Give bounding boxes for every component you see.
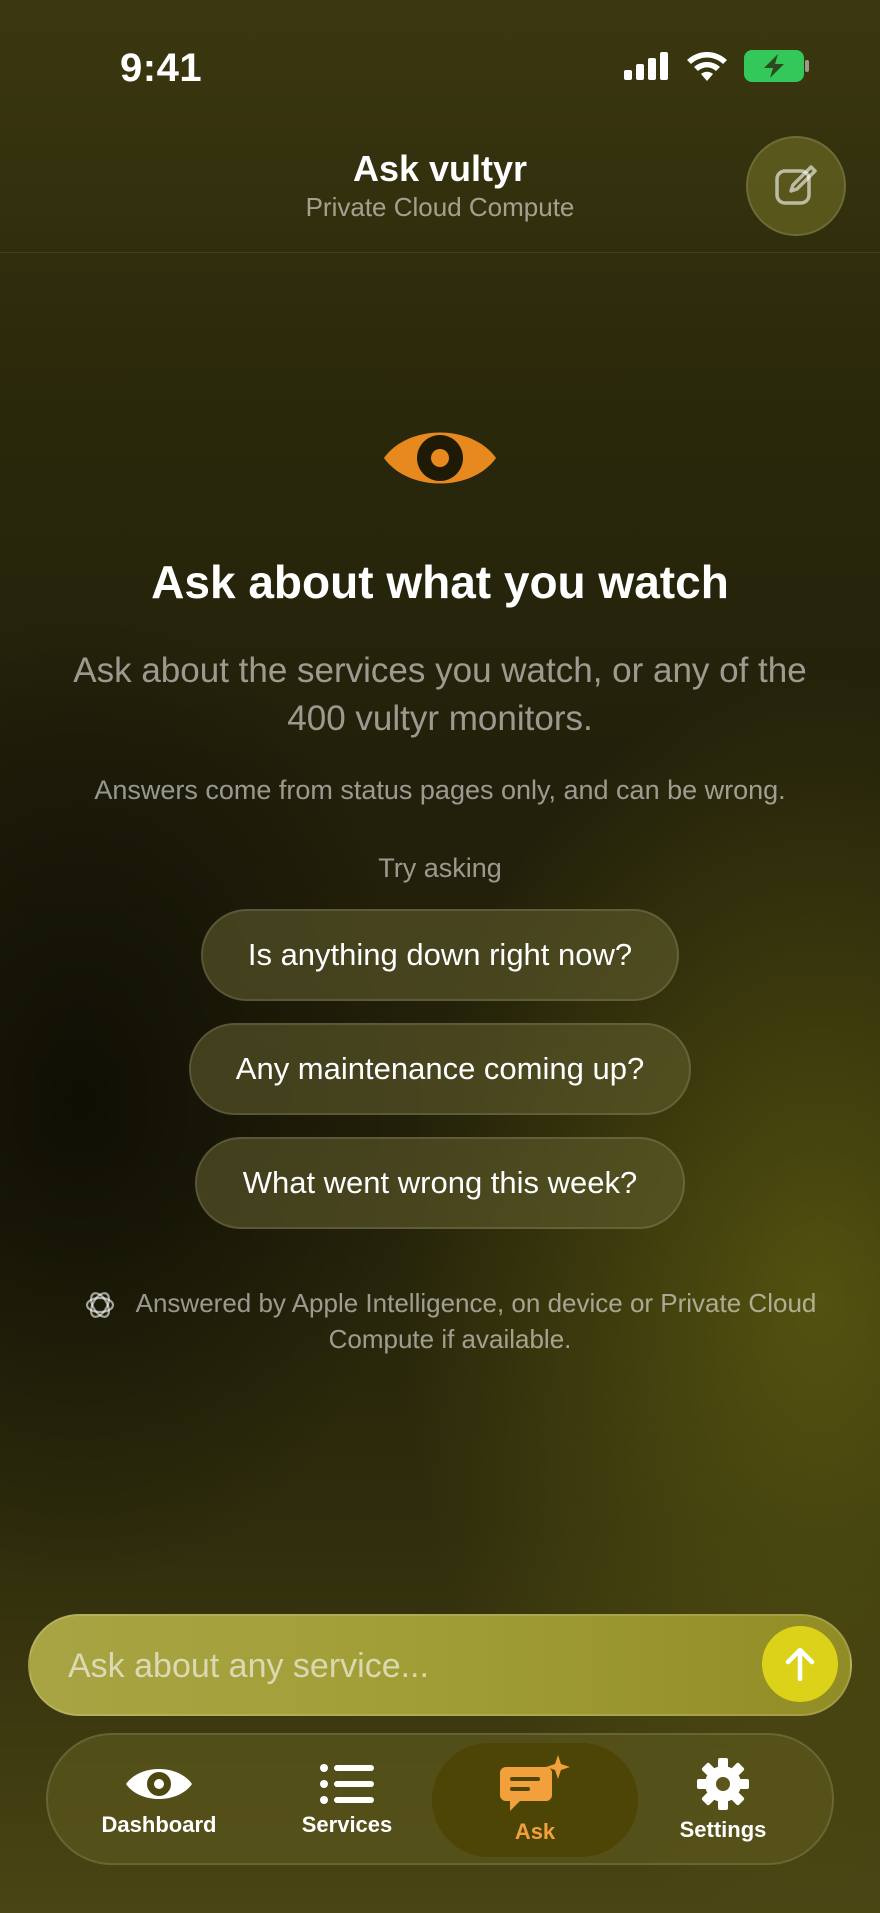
wifi-icon: [687, 52, 727, 81]
tab-settings[interactable]: Settings: [628, 1743, 818, 1857]
apple-intelligence-icon: [85, 1292, 114, 1319]
status-icons: [624, 50, 810, 82]
eye-icon: [384, 432, 496, 484]
send-button[interactable]: [762, 1626, 838, 1702]
nav-header: Ask vultyr Private Cloud Compute: [0, 130, 880, 253]
ai-disclaimer-text: Answered by Apple Intelligence, on devic…: [135, 1288, 817, 1355]
eye-icon: [126, 1769, 192, 1799]
battery-charging-icon: [744, 50, 809, 82]
list-icon: [320, 1764, 374, 1804]
suggestion-chip[interactable]: What went wrong this week?: [195, 1137, 685, 1229]
compose-icon: [775, 165, 817, 205]
new-chat-button[interactable]: [746, 136, 846, 236]
hero-headline: Ask about what you watch: [151, 556, 729, 608]
status-time: 9:41: [120, 46, 203, 90]
gear-icon: [697, 1758, 749, 1810]
ask-input-bar: [28, 1614, 852, 1716]
status-bar: 9:41: [0, 0, 880, 140]
tab-label: Services: [301, 1812, 393, 1837]
tab-label: Ask: [514, 1819, 556, 1844]
accuracy-note: Answers come from status pages only, and…: [94, 775, 786, 805]
ai-disclaimer: Answered by Apple Intelligence, on devic…: [80, 1285, 820, 1357]
arrow-up-icon: [785, 1647, 815, 1682]
hero-description: Ask about the services you watch, or any…: [73, 651, 807, 738]
ask-input[interactable]: [66, 1616, 750, 1716]
tab-ask[interactable]: Ask: [432, 1743, 638, 1857]
tab-label: Dashboard: [101, 1812, 217, 1837]
tab-label: Settings: [679, 1817, 767, 1842]
suggestion-chip[interactable]: Is anything down right now?: [201, 909, 679, 1001]
tab-dashboard[interactable]: Dashboard: [64, 1743, 254, 1857]
tab-bar: Dashboard Services Ask Settings: [46, 1733, 834, 1865]
cellular-signal-icon: [624, 52, 668, 80]
chat-sparkle-icon: [500, 1755, 570, 1811]
suggestion-chip[interactable]: Any maintenance coming up?: [189, 1023, 691, 1115]
tab-services[interactable]: Services: [252, 1743, 442, 1857]
suggestions-label: Try asking: [378, 853, 502, 883]
